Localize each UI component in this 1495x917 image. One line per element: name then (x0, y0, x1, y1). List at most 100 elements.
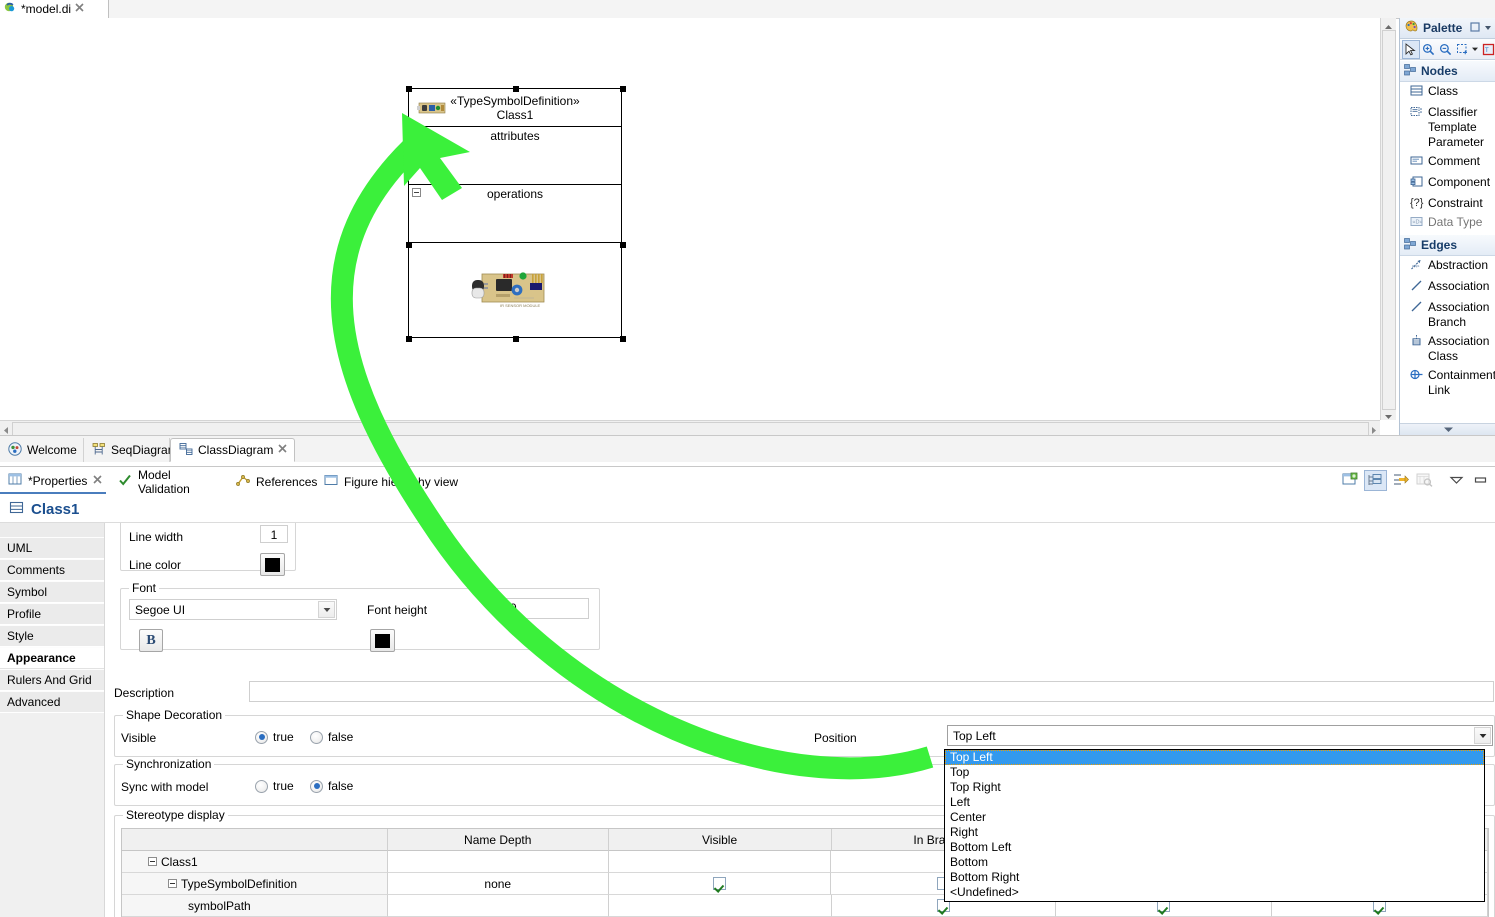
palette-item-abstraction[interactable]: «A» Abstraction (1400, 256, 1495, 277)
row-name-cell[interactable]: TypeSymbolDefinition (122, 873, 388, 895)
palette-item-association-class[interactable]: Association Class (1400, 332, 1495, 366)
new-properties-view-icon[interactable] (1340, 471, 1361, 490)
row-visible-cell[interactable] (608, 851, 832, 873)
dropdown-option-top-left[interactable]: Top Left (945, 750, 1484, 765)
selection-handle[interactable] (406, 336, 412, 342)
palette-toolbar[interactable]: T (1400, 39, 1495, 60)
dropdown-option-top[interactable]: Top (945, 765, 1484, 780)
editor-tab-model-di[interactable]: *model.di (0, 0, 109, 18)
sidebar-item-uml[interactable]: UML (0, 537, 104, 559)
dropdown-option-top-right[interactable]: Top Right (945, 780, 1484, 795)
sidebar-item-appearance[interactable]: Appearance (0, 647, 104, 669)
scrollbar-thumb[interactable] (1382, 30, 1396, 410)
dropdown-option-bottom[interactable]: Bottom (945, 855, 1484, 870)
palette-menu-icon[interactable] (1483, 21, 1493, 35)
minimize-icon[interactable] (1470, 471, 1491, 490)
font-family-combo[interactable]: Segoe UI (129, 599, 337, 620)
position-dropdown-list[interactable]: Top Left Top Top Right Left Center Right… (944, 749, 1485, 902)
symbol-compartment[interactable]: IR SENSOR MODULE (409, 243, 621, 337)
sidebar-item-rulers-and-grid[interactable]: Rulers And Grid (0, 669, 104, 691)
line-width-input[interactable]: 1 (260, 525, 288, 543)
line-color-button[interactable] (260, 553, 285, 576)
sidebar-item-symbol[interactable]: Symbol (0, 581, 104, 603)
row-name-depth-cell[interactable] (387, 895, 609, 917)
zoom-in-icon[interactable] (1421, 41, 1437, 58)
row-name-depth-cell[interactable] (387, 851, 609, 873)
attributes-compartment[interactable]: attributes (409, 127, 621, 185)
row-name-cell[interactable]: symbolPath (122, 895, 388, 917)
scroll-up-icon[interactable] (1384, 20, 1393, 29)
dropdown-option-center[interactable]: Center (945, 810, 1484, 825)
operations-compartment[interactable]: operations (409, 185, 621, 243)
dropdown-option-right[interactable]: Right (945, 825, 1484, 840)
palette-item-association[interactable]: Association (1400, 277, 1495, 298)
zoom-out-icon[interactable] (1437, 41, 1453, 58)
tab-seqdiagram[interactable]: SeqDiagram (84, 438, 178, 462)
canvas-vertical-scrollbar[interactable] (1380, 18, 1396, 420)
close-icon[interactable] (278, 444, 287, 456)
tab-properties[interactable]: *Properties (0, 469, 106, 494)
column-header-visible[interactable]: Visible (608, 829, 832, 851)
font-height-input[interactable]: 9 (505, 598, 589, 619)
collapse-operations-icon[interactable] (412, 188, 421, 197)
sidebar-item-style[interactable]: Style (0, 625, 104, 647)
row-visible-cell[interactable] (608, 873, 832, 895)
column-header-name[interactable] (122, 829, 388, 851)
tab-references[interactable]: References (228, 469, 318, 494)
palette-group-nodes[interactable]: Nodes (1400, 60, 1495, 82)
dropdown-option-bottom-right[interactable]: Bottom Right (945, 870, 1484, 885)
scroll-down-icon[interactable] (1384, 410, 1393, 419)
chevron-down-icon[interactable] (318, 601, 335, 618)
row-name-depth-cell[interactable]: none (387, 873, 609, 895)
palette-group-edges[interactable]: Edges (1400, 234, 1495, 256)
font-color-button[interactable] (370, 629, 395, 652)
dropdown-option-left[interactable]: Left (945, 795, 1484, 810)
dropdown-option-undefined[interactable]: <Undefined> (945, 885, 1484, 900)
visible-false-radio[interactable]: false (310, 730, 353, 744)
chevron-down-icon[interactable] (1471, 41, 1479, 58)
row-name-cell[interactable]: Class1 (122, 851, 388, 873)
tab-model-validation[interactable]: Model Validation (110, 468, 225, 496)
marquee-icon[interactable] (1454, 41, 1470, 58)
tab-welcome[interactable]: Welcome (0, 438, 84, 462)
palette-item-class[interactable]: Class (1400, 82, 1495, 103)
palette-scroll-down-button[interactable] (1400, 423, 1495, 435)
selection-handle[interactable] (513, 86, 519, 92)
column-header-name-depth[interactable]: Name Depth (387, 829, 609, 851)
row-visible-cell[interactable] (608, 895, 832, 917)
close-icon[interactable] (93, 474, 102, 487)
sidebar-item-profile[interactable]: Profile (0, 603, 104, 625)
scrollbar-thumb[interactable] (12, 422, 1369, 436)
uml-class-node[interactable]: «TypeSymbolDefinition» Class1 attributes… (406, 86, 626, 342)
palette-item-comment[interactable]: Comment (1400, 152, 1495, 173)
link-with-editor-icon[interactable] (1390, 471, 1411, 490)
format-icon[interactable]: T (1480, 41, 1495, 58)
selection-handle[interactable] (620, 86, 626, 92)
diagram-canvas[interactable]: «TypeSymbolDefinition» Class1 attributes… (0, 18, 1380, 420)
position-combo[interactable]: Top Left (947, 725, 1493, 746)
show-categories-icon[interactable] (1364, 469, 1387, 491)
palette-item-classifier-template-parameter[interactable]: Classifier Template Parameter (1400, 103, 1495, 152)
palette-item-constraint[interactable]: {?} Constraint (1400, 194, 1495, 213)
selection-handle[interactable] (406, 86, 412, 92)
sidebar-item-advanced[interactable]: Advanced (0, 691, 104, 713)
checkbox-checked-icon[interactable] (713, 877, 727, 890)
properties-side-tabs[interactable]: UML Comments Symbol Profile Style Appear… (0, 523, 105, 917)
sync-false-radio[interactable]: false (310, 779, 353, 793)
tree-expander-icon[interactable] (148, 857, 157, 866)
collapse-attributes-icon[interactable] (412, 130, 421, 139)
palette-pin-icon[interactable] (1470, 21, 1480, 35)
class-header[interactable]: «TypeSymbolDefinition» Class1 (409, 89, 621, 127)
selection-handle[interactable] (406, 242, 412, 248)
tab-figure-hierarchy-view[interactable]: Figure hierarchy view (316, 469, 476, 494)
selection-handle[interactable] (620, 336, 626, 342)
tree-expander-icon[interactable] (168, 879, 177, 888)
palette-item-data-type[interactable]: «D» Data Type (1400, 213, 1495, 234)
filter-icon[interactable] (1414, 471, 1435, 490)
visible-true-radio[interactable]: true (255, 730, 294, 744)
palette-item-containment-link[interactable]: Containment Link (1400, 366, 1495, 400)
palette-item-association-branch[interactable]: Association Branch (1400, 298, 1495, 332)
close-icon[interactable] (75, 3, 84, 15)
select-arrow-icon[interactable] (1402, 39, 1420, 59)
sync-true-radio[interactable]: true (255, 779, 294, 793)
